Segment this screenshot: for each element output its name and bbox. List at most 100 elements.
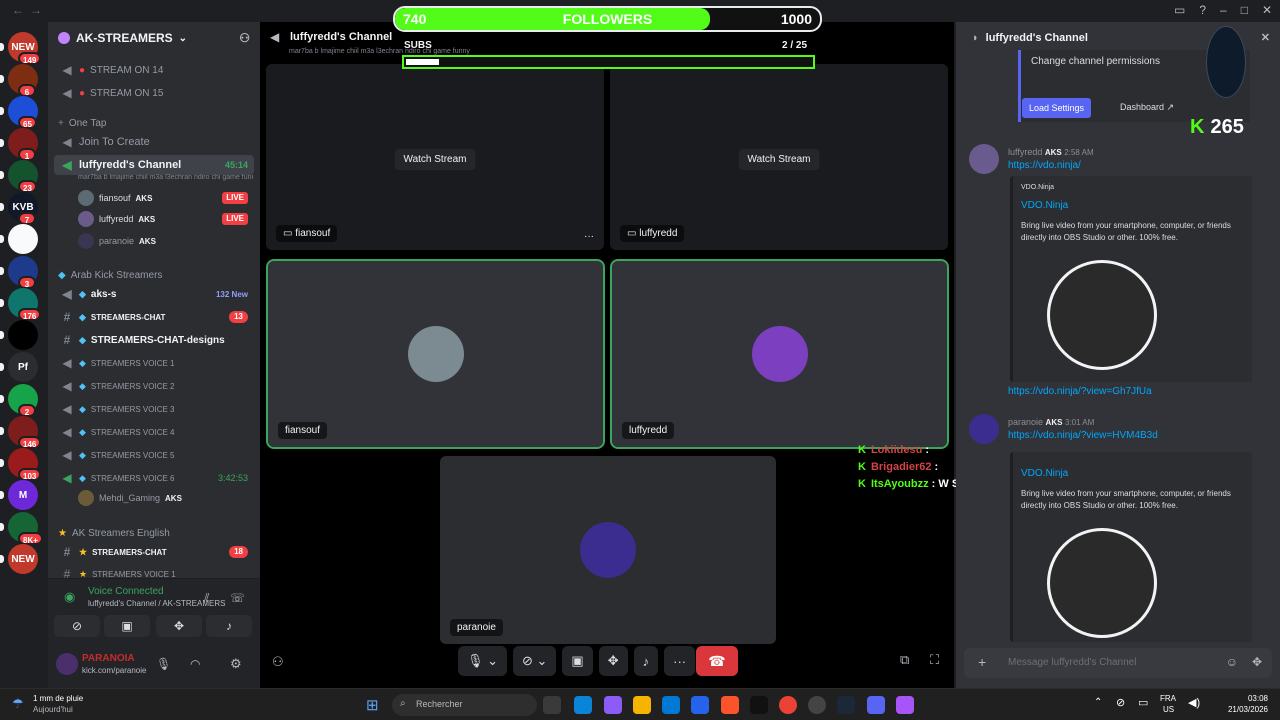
- category-arab-kick[interactable]: ◆ Arab Kick Streamers: [58, 270, 162, 281]
- copilot-icon[interactable]: [604, 696, 622, 714]
- channel-stream15[interactable]: ◀ ● STREAM ON 15: [54, 83, 254, 103]
- disconnect-button[interactable]: ☎: [696, 646, 738, 676]
- channel-voice3[interactable]: ◀ ◆ STREAMERS VOICE 3: [54, 399, 254, 419]
- close-button[interactable]: ✕: [1262, 3, 1272, 17]
- weather-text[interactable]: 1 mm de pluie: [33, 694, 83, 703]
- more-options-button[interactable]: ···: [664, 646, 696, 676]
- dashboard-link[interactable]: Dashboard ↗: [1120, 102, 1174, 113]
- microphone-button[interactable]: 🎙 ⌄: [458, 646, 508, 676]
- channel-voice2[interactable]: ◀ ◆ STREAMERS VOICE 2: [54, 376, 254, 396]
- voice-user-mehdi[interactable]: Mehdi_Gaming AKS: [78, 488, 248, 508]
- channel-en-streamers-chat[interactable]: # ★ STREAMERS-CHAT 18: [54, 542, 254, 562]
- voice-user-luffyredd[interactable]: luffyredd AKS LIVE: [78, 209, 248, 229]
- network-icon[interactable]: ⊘: [1116, 696, 1125, 709]
- camera-off-button[interactable]: ⊘ ⌄: [513, 646, 557, 676]
- gear-icon[interactable]: ⚙: [230, 656, 242, 672]
- windows-start-icon[interactable]: ⊞: [366, 696, 379, 714]
- language-indicator[interactable]: FRA: [1160, 694, 1176, 703]
- help-icon[interactable]: ?: [1199, 3, 1206, 17]
- chevron-up-icon[interactable]: ⌃: [1094, 697, 1102, 708]
- inbox-icon[interactable]: ▭: [1174, 3, 1185, 17]
- message-link[interactable]: https://vdo.ninja/: [1008, 160, 1081, 171]
- task-view-icon[interactable]: [543, 696, 561, 714]
- app-icon[interactable]: [808, 696, 826, 714]
- server-header[interactable]: AK-STREAMERS ⌄ ⚇: [48, 22, 260, 54]
- voice-user-paranoie[interactable]: paranoie AKS: [78, 231, 248, 251]
- noise-suppression-icon[interactable]: ⫽: [204, 591, 209, 606]
- fullscreen-icon[interactable]: ⛶: [930, 652, 939, 668]
- store-icon[interactable]: [662, 696, 680, 714]
- discord-icon[interactable]: [867, 696, 885, 714]
- embed-title[interactable]: VDO.Ninja: [1021, 200, 1068, 211]
- taskbar-search[interactable]: ⌕ Rechercher: [392, 694, 537, 716]
- avatar[interactable]: [56, 653, 78, 675]
- close-icon[interactable]: ✕: [1261, 31, 1270, 44]
- forward-button[interactable]: →: [30, 3, 42, 17]
- user-display-name[interactable]: PARANOIA: [82, 653, 135, 664]
- steam-icon[interactable]: [837, 696, 855, 714]
- channel-streamers-chat[interactable]: # ◆ STREAMERS-CHAT 13: [54, 307, 254, 327]
- headphones-icon[interactable]: ◠: [190, 657, 200, 671]
- add-member-icon[interactable]: ⚇: [239, 31, 250, 45]
- channel-voice5[interactable]: ◀ ◆ STREAMERS VOICE 5: [54, 445, 254, 465]
- camera-tile-paranoie[interactable]: paranoie: [440, 456, 776, 644]
- activities-button[interactable]: ✥: [156, 615, 202, 637]
- emoji-icon[interactable]: ☺: [1226, 655, 1238, 669]
- battery-icon[interactable]: ▭: [1138, 696, 1148, 709]
- server-icon[interactable]: Pf: [8, 352, 38, 382]
- category-ak-english[interactable]: ★ AK Streamers English: [58, 528, 170, 539]
- screen-share-button[interactable]: ▣: [562, 646, 593, 676]
- channel-voice6[interactable]: ◀ ◆ STREAMERS VOICE 6 3:42:53: [54, 468, 254, 488]
- channel-join-create[interactable]: ◀ Join To Create: [54, 132, 254, 152]
- invite-icon[interactable]: ⚇: [272, 654, 284, 670]
- outlook-icon[interactable]: [691, 696, 709, 714]
- brave-icon[interactable]: [721, 696, 739, 714]
- apps-icon[interactable]: ✥: [1252, 655, 1262, 669]
- message-link[interactable]: https://vdo.ninja/?view=HVM4B3d: [1008, 430, 1158, 441]
- channel-aks-s[interactable]: ◀ ◆ aks-s 132 New: [54, 284, 254, 304]
- more-options-icon[interactable]: ···: [584, 231, 594, 242]
- category-one-tap[interactable]: + One Tap: [58, 118, 106, 129]
- camera-tile-luffyredd[interactable]: luffyredd: [610, 259, 949, 449]
- soundboard-button[interactable]: ♪: [206, 615, 252, 637]
- channel-voice1[interactable]: ◀ ◆ STREAMERS VOICE 1: [54, 353, 254, 373]
- channel-stream14[interactable]: ◀ ● STREAM ON 14: [54, 60, 254, 80]
- server-icon[interactable]: [8, 320, 38, 350]
- server-icon[interactable]: NEW: [8, 544, 38, 574]
- watch-stream-button[interactable]: Watch Stream: [738, 149, 820, 170]
- volume-icon[interactable]: ◀): [1188, 696, 1200, 709]
- change-permissions-text[interactable]: Change channel permissions: [1031, 56, 1160, 67]
- server-icon[interactable]: M: [8, 480, 38, 510]
- weather-icon[interactable]: ☂: [12, 696, 24, 712]
- camera-off-button[interactable]: ⊘: [54, 615, 100, 637]
- server-icon[interactable]: [8, 224, 38, 254]
- minimize-button[interactable]: –: [1220, 3, 1227, 17]
- stream-tile-luffyredd[interactable]: Watch Stream ▭ luffyredd: [610, 64, 948, 250]
- load-settings-button[interactable]: Load Settings: [1022, 98, 1092, 118]
- voice-user-fiansouf[interactable]: fiansouf AKS LIVE: [78, 188, 248, 208]
- chrome-icon[interactable]: [779, 696, 797, 714]
- clock-time[interactable]: 03:08: [1220, 694, 1268, 703]
- app-icon[interactable]: [896, 696, 914, 714]
- obs-icon[interactable]: [750, 696, 768, 714]
- message-composer[interactable]: + Message luffyredd's Channel ☺ ✥: [964, 648, 1272, 678]
- maximize-button[interactable]: □: [1241, 3, 1248, 17]
- back-button[interactable]: ←: [12, 3, 24, 17]
- channel-luffyredd-active[interactable]: ◀ luffyredd's Channel 45:14: [54, 155, 254, 175]
- channel-voice4[interactable]: ◀ ◆ STREAMERS VOICE 4: [54, 422, 254, 442]
- message-input-placeholder[interactable]: Message luffyredd's Channel: [1008, 657, 1136, 668]
- message-link[interactable]: https://vdo.ninja/?view=Gh7JfUa: [1008, 386, 1152, 397]
- edge-icon[interactable]: [574, 696, 592, 714]
- avatar[interactable]: [969, 144, 999, 174]
- popout-icon[interactable]: ⧉: [900, 652, 909, 668]
- disconnect-icon[interactable]: ☏: [230, 591, 245, 605]
- avatar[interactable]: [969, 414, 999, 444]
- embed-title[interactable]: VDO.Ninja: [1021, 468, 1068, 479]
- camera-tile-fiansouf[interactable]: fiansouf: [266, 259, 605, 449]
- file-explorer-icon[interactable]: [633, 696, 651, 714]
- screen-share-button[interactable]: ▣: [104, 615, 150, 637]
- plus-icon[interactable]: +: [978, 654, 986, 670]
- stream-tile-fiansouf[interactable]: Watch Stream ▭ fiansouf ···: [266, 64, 604, 250]
- channel-streamers-chat-designs[interactable]: # ◆ STREAMERS-CHAT-designs: [54, 330, 254, 350]
- microphone-icon[interactable]: 🎙: [156, 657, 171, 671]
